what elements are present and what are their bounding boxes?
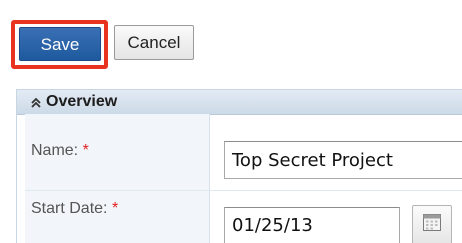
- row-divider: [25, 190, 462, 191]
- save-button[interactable]: Save: [19, 27, 101, 61]
- name-field[interactable]: Top Secret Project: [224, 141, 462, 179]
- overview-panel-header[interactable]: Overview: [17, 90, 462, 115]
- start-date-field[interactable]: 01/25/13: [224, 207, 400, 243]
- panel-title: Overview: [46, 93, 118, 110]
- required-marker: *: [111, 200, 119, 217]
- required-marker: *: [82, 142, 89, 159]
- cancel-button[interactable]: Cancel: [114, 25, 194, 60]
- name-label-text: Name:: [31, 142, 79, 159]
- date-picker-button[interactable]: [412, 205, 452, 243]
- start-date-label-text: Start Date:: [31, 200, 108, 217]
- start-date-label: Start Date: *: [31, 200, 118, 218]
- name-label: Name: *: [31, 142, 89, 160]
- calendar-icon: [422, 212, 442, 237]
- chevron-double-up-icon[interactable]: [30, 96, 42, 108]
- record-edit-view: Save Cancel Overview Name: * Top Secret …: [0, 0, 462, 243]
- label-column: [25, 114, 210, 243]
